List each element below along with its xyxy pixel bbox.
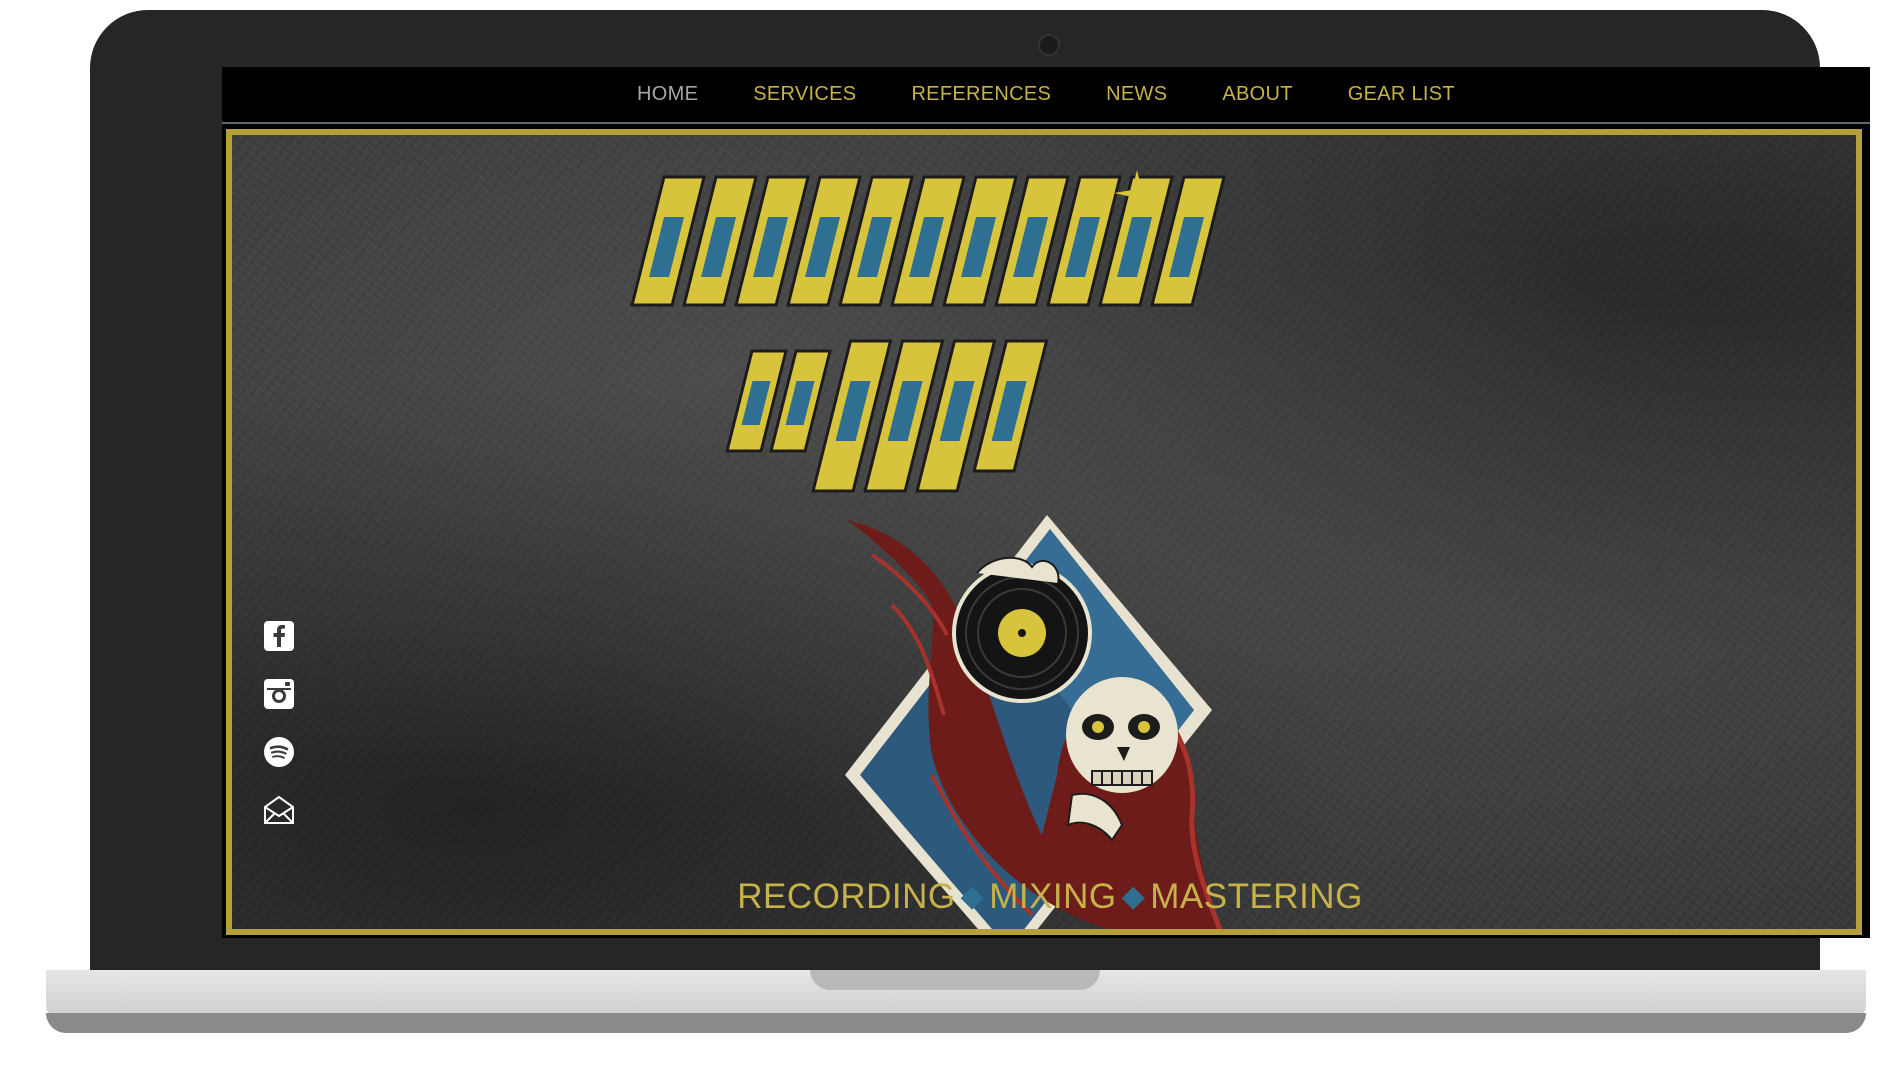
spotify-icon[interactable]: [263, 736, 295, 768]
laptop-screen: HOME SERVICES REFERENCES NEWS ABOUT GEAR…: [222, 67, 1870, 938]
hero-section: RECORDING ◆ MIXING ◆ MASTERING: [226, 129, 1862, 935]
social-links: [263, 620, 297, 826]
laptop-base-foot: [46, 1013, 1866, 1033]
tagline-mixing: MIXING: [989, 877, 1117, 916]
nav-gear-list[interactable]: GEAR LIST: [1348, 83, 1455, 106]
studio-logo-illustration: [630, 170, 1226, 929]
services-tagline: RECORDING ◆ MIXING ◆ MASTERING: [232, 877, 1856, 917]
facebook-icon[interactable]: [263, 620, 295, 652]
nav-about[interactable]: ABOUT: [1222, 83, 1292, 106]
tagline-mastering: MASTERING: [1150, 877, 1363, 916]
laptop-lid: HOME SERVICES REFERENCES NEWS ABOUT GEAR…: [90, 10, 1870, 970]
tagline-recording: RECORDING: [737, 877, 956, 916]
instagram-icon[interactable]: [263, 678, 295, 710]
diamond-icon: ◆: [1121, 880, 1146, 913]
diamond-icon: ◆: [960, 880, 985, 913]
nav-services[interactable]: SERVICES: [753, 83, 856, 106]
email-icon[interactable]: [263, 794, 295, 826]
main-nav: HOME SERVICES REFERENCES NEWS ABOUT GEAR…: [222, 67, 1870, 124]
laptop-notch: [810, 970, 1100, 990]
nav-home[interactable]: HOME: [637, 83, 698, 106]
logo-lettering: [630, 170, 1226, 493]
nav-references[interactable]: REFERENCES: [911, 83, 1051, 106]
nav-news[interactable]: NEWS: [1106, 83, 1167, 106]
camera-icon: [1038, 34, 1060, 56]
